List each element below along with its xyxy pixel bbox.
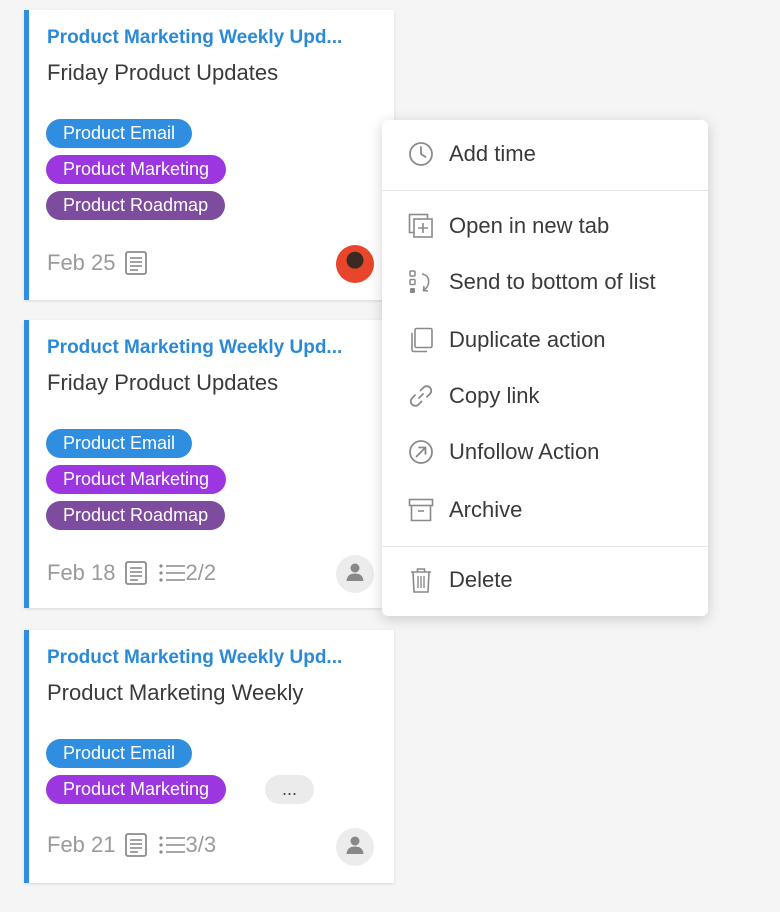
- assignee-avatar[interactable]: [336, 828, 374, 866]
- card-footer: Feb 18 2/2: [47, 560, 216, 586]
- unfollow-icon: [407, 438, 435, 466]
- menu-item-label: Duplicate action: [449, 327, 606, 352]
- menu-item-unfollow[interactable]: Unfollow Action: [382, 430, 708, 474]
- menu-item-duplicate[interactable]: Duplicate action: [382, 318, 708, 362]
- due-date: Feb 21: [47, 832, 116, 857]
- menu-item-send-to-bottom[interactable]: Send to bottom of list: [382, 260, 708, 304]
- notes-icon: [124, 560, 148, 586]
- menu-item-open-new-tab[interactable]: Open in new tab: [382, 204, 708, 248]
- tag-product-marketing[interactable]: Product Marketing: [46, 155, 227, 184]
- menu-item-label: Send to bottom of list: [449, 269, 656, 294]
- card-project-heading[interactable]: Product Marketing Weekly Upd...: [47, 27, 382, 49]
- card-project-heading[interactable]: Product Marketing Weekly Upd...: [47, 337, 382, 359]
- user-icon: [344, 561, 366, 588]
- action-card[interactable]: Product Marketing Weekly Upd... Friday P…: [24, 10, 394, 300]
- card-footer: Feb 21 3/3: [47, 832, 216, 858]
- menu-item-label: Archive: [449, 497, 523, 522]
- card-title: Friday Product Updates: [47, 60, 279, 85]
- card-title: Product Marketing Weekly: [47, 680, 304, 705]
- clock-icon: [407, 140, 435, 168]
- tag-product-marketing[interactable]: Product Marketing: [46, 465, 227, 494]
- menu-item-delete[interactable]: Delete: [382, 558, 708, 602]
- checklist-count: 3/3: [185, 832, 217, 857]
- menu-item-label: Open in new tab: [449, 213, 610, 238]
- notes-icon: [124, 832, 148, 858]
- duplicate-icon: [407, 326, 435, 354]
- checklist: 2/2: [158, 560, 217, 586]
- card-footer: Feb 25: [47, 250, 148, 276]
- action-card[interactable]: Product Marketing Weekly Upd... Product …: [24, 630, 394, 883]
- assignee-avatar[interactable]: [336, 245, 374, 283]
- card-project-heading[interactable]: Product Marketing Weekly Upd...: [47, 647, 382, 669]
- menu-divider: [382, 190, 708, 191]
- send-to-bottom-icon: [407, 268, 435, 296]
- due-date: Feb 25: [47, 250, 116, 275]
- menu-divider: [382, 546, 708, 547]
- archive-icon: [407, 496, 435, 524]
- menu-item-copy-link[interactable]: Copy link: [382, 374, 708, 418]
- checklist: 3/3: [158, 832, 217, 858]
- tag-product-email[interactable]: Product Email: [46, 739, 193, 768]
- tag-product-email[interactable]: Product Email: [46, 119, 193, 148]
- menu-item-label: Delete: [449, 567, 513, 592]
- due-date: Feb 18: [47, 560, 116, 585]
- checklist-count: 2/2: [185, 560, 217, 585]
- assignee-avatar[interactable]: [336, 555, 374, 593]
- user-icon: [344, 834, 366, 861]
- menu-item-label: Unfollow Action: [449, 439, 600, 464]
- context-menu: Add time Open in new tab Send to bottom …: [382, 120, 708, 616]
- menu-item-archive[interactable]: Archive: [382, 488, 708, 532]
- link-icon: [407, 382, 435, 410]
- tag-product-roadmap[interactable]: Product Roadmap: [46, 191, 226, 220]
- tag-product-roadmap[interactable]: Product Roadmap: [46, 501, 226, 530]
- notes-icon: [124, 250, 148, 276]
- menu-item-label: Add time: [449, 141, 536, 166]
- tag-product-email[interactable]: Product Email: [46, 429, 193, 458]
- checklist-icon: [158, 561, 186, 585]
- more-tags-button[interactable]: ...: [265, 775, 315, 804]
- new-tab-icon: [407, 212, 435, 240]
- trash-icon: [407, 566, 435, 594]
- tag-product-marketing[interactable]: Product Marketing: [46, 775, 227, 804]
- menu-item-label: Copy link: [449, 383, 540, 408]
- checklist-icon: [158, 833, 186, 857]
- action-card[interactable]: Product Marketing Weekly Upd... Friday P…: [24, 320, 394, 608]
- menu-item-add-time[interactable]: Add time: [382, 132, 708, 176]
- card-title: Friday Product Updates: [47, 370, 279, 395]
